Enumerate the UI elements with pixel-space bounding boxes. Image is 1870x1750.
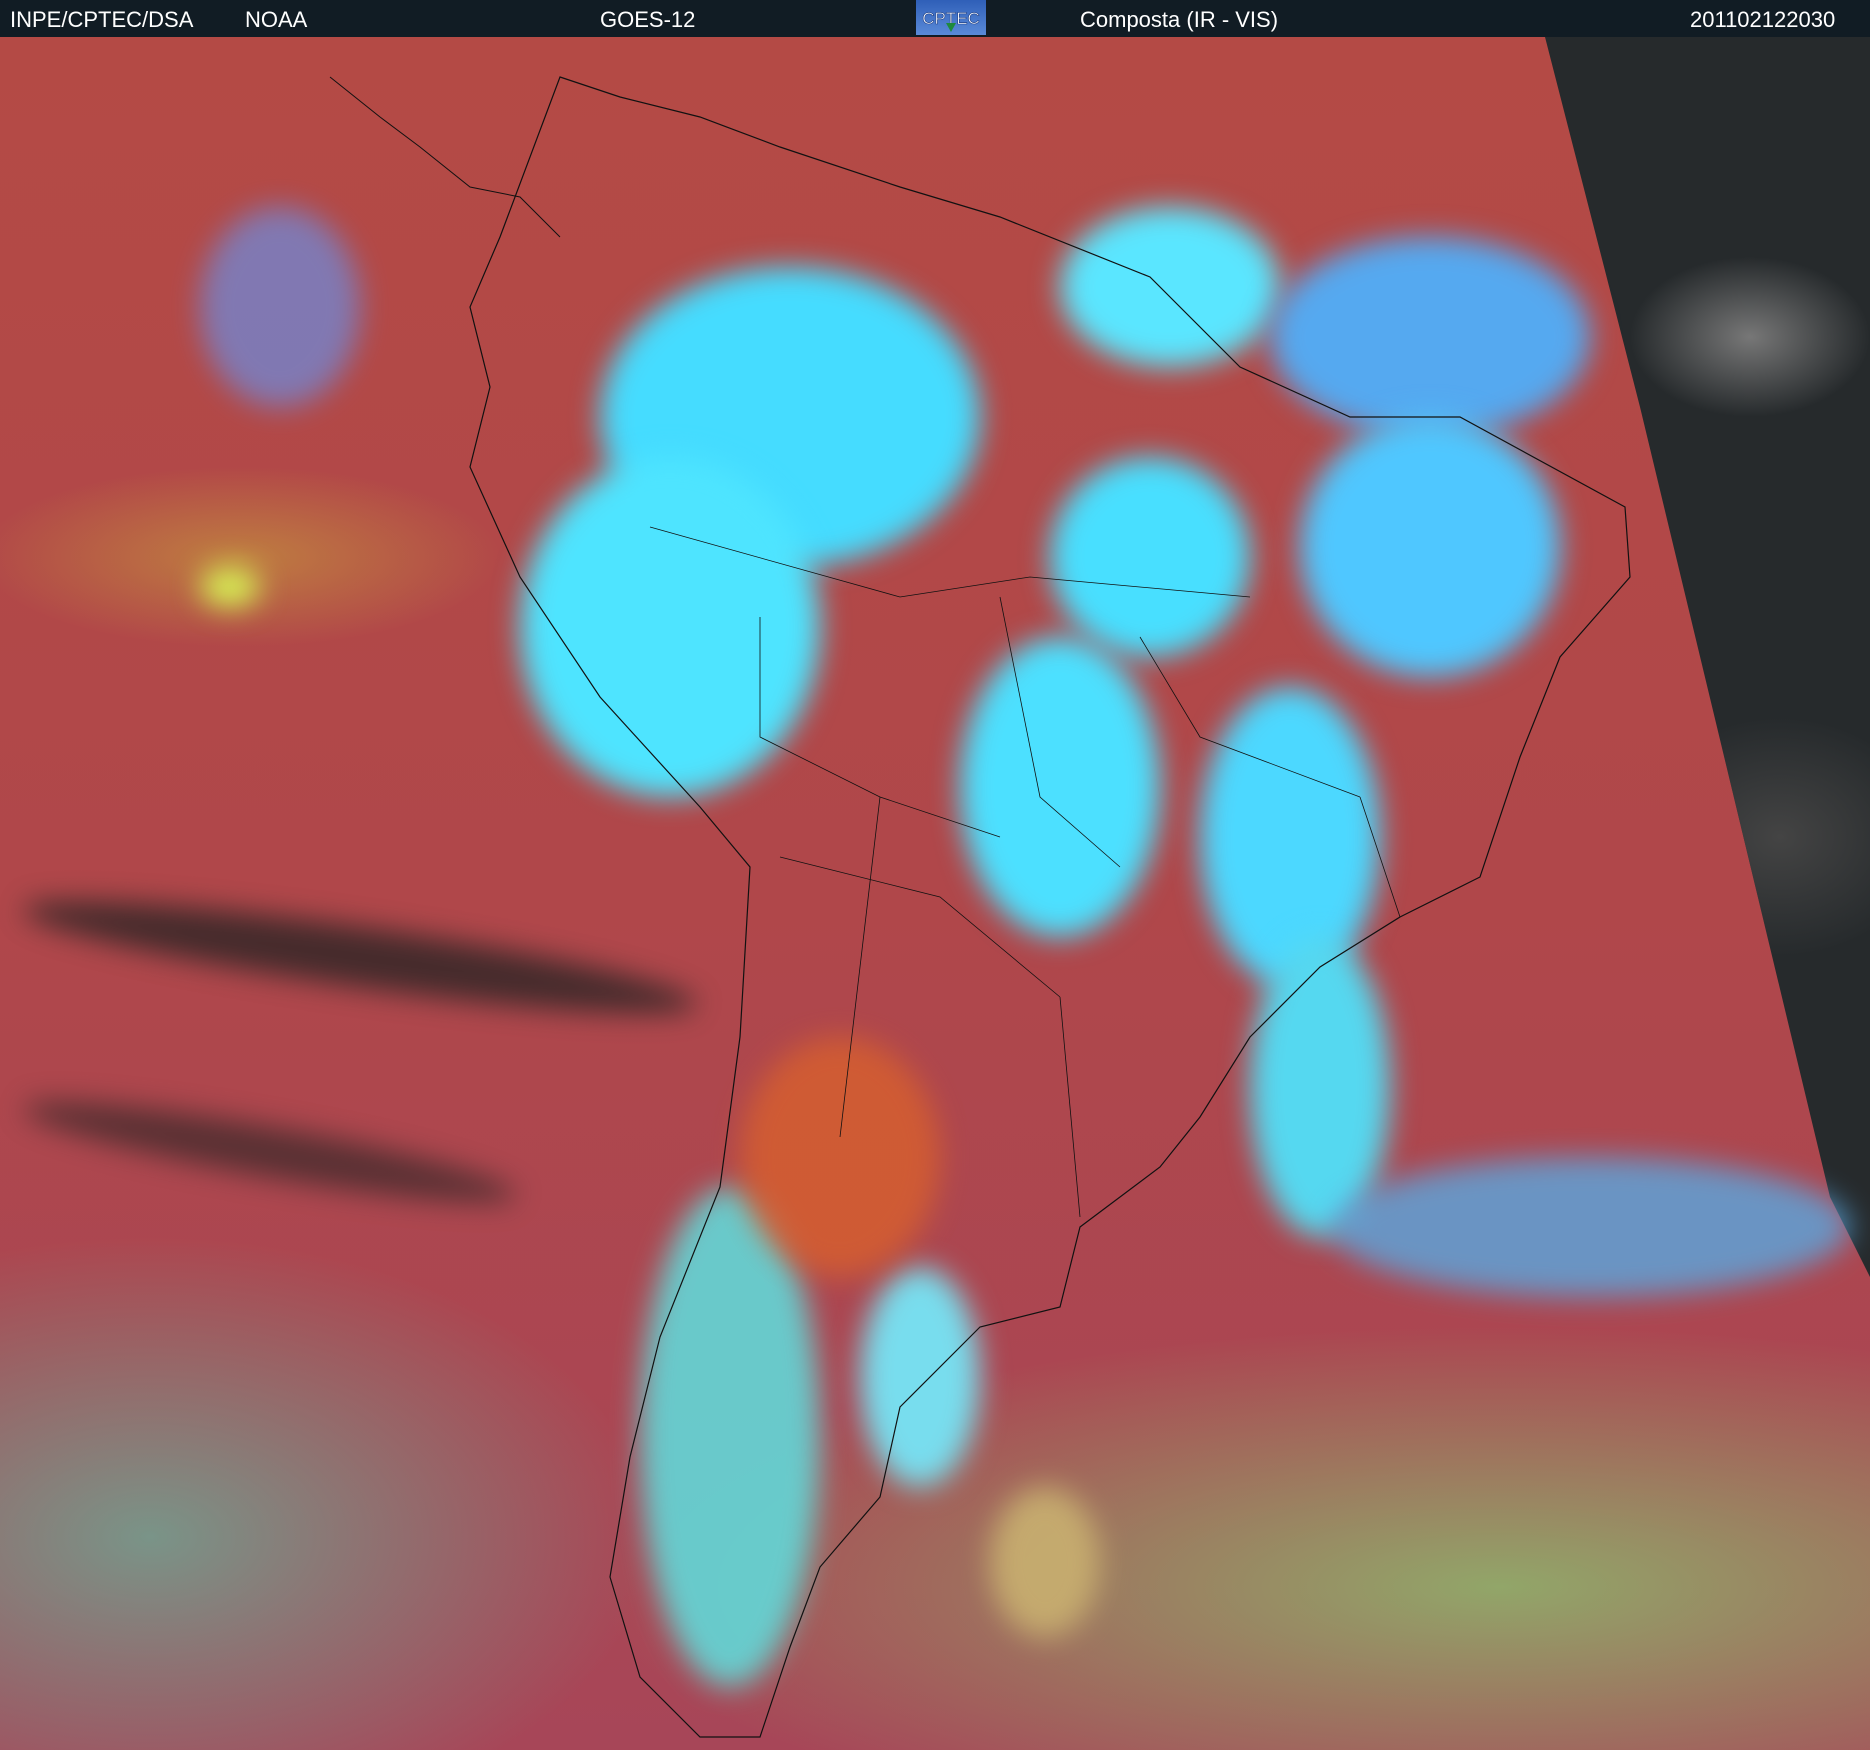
agency-label: INPE/CPTEC/DSA [10,7,194,32]
cptec-logo: CPTEC [916,0,986,35]
coastline-overlay [329,76,1631,1738]
satellite-label: GOES-12 [600,7,696,32]
country-borders [649,526,1401,1218]
central-america-coastline [329,76,561,238]
timestamp-label: 201102122030 [1690,7,1836,32]
product-label: Composta (IR - VIS) [1080,7,1279,32]
satellite-image [0,37,1870,1750]
header-bar: INPE/CPTEC/DSA NOAA GOES-12 CPTEC Compos… [0,0,1870,37]
partner-label: NOAA [245,7,308,32]
south-america-coastline [469,76,1631,1738]
